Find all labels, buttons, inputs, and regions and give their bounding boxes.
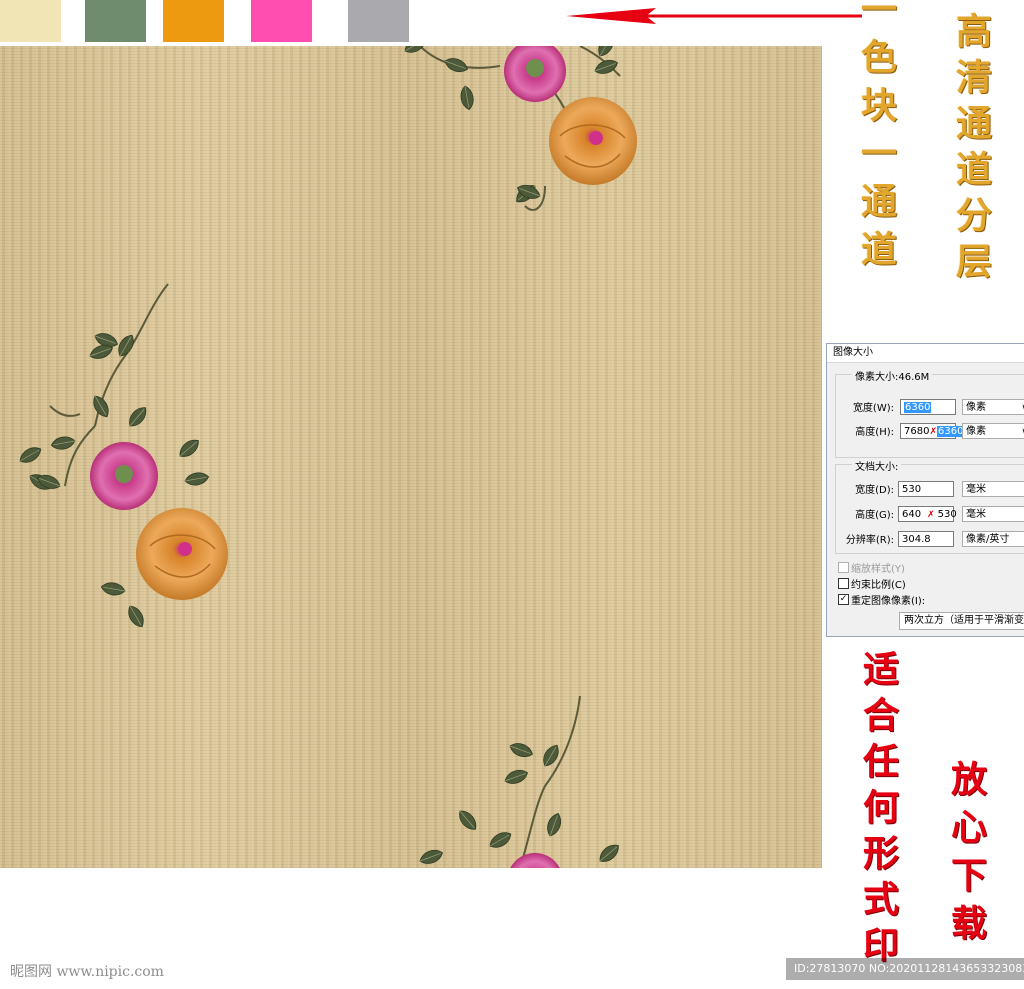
doc-width-input[interactable]: 530 xyxy=(898,481,954,497)
width-label: 宽度(W): xyxy=(852,403,894,414)
image-id-watermark: ID:27813070 NO:20201128143653323083 xyxy=(786,958,1024,980)
swatch-pink xyxy=(251,0,312,42)
scale-styles-label: 缩放样式(Y) xyxy=(851,564,905,575)
caption-one-color-one-channel: 一色块一通道 xyxy=(855,0,897,278)
floral-motifs xyxy=(16,46,637,868)
resolution-label: 分辨率(R): xyxy=(845,535,894,546)
pixel-dimensions-label: 像素大小:46.6M xyxy=(852,368,933,383)
width-input[interactable]: 6360 xyxy=(900,399,956,415)
resolution-input[interactable]: 304.8 xyxy=(898,531,954,547)
document-size-label: 文档大小: xyxy=(852,458,902,473)
flower-motif-top xyxy=(401,46,637,211)
resolution-unit-select[interactable]: 像素/英寸 xyxy=(962,531,1024,547)
caption-hd-channel-layers: 高清通道分层 xyxy=(950,12,992,288)
doc-height-input[interactable]: 640 ✗ 530 xyxy=(898,506,957,522)
dialog-title: 图像大小 xyxy=(827,344,1024,363)
height-unit-select[interactable]: 像素 ∨ xyxy=(962,423,1024,439)
interpolation-select[interactable]: 两次立方（适用于平滑渐变 xyxy=(899,612,1024,630)
swatch-orange xyxy=(163,0,224,42)
width-unit-select[interactable]: 像素 ∨ xyxy=(962,399,1024,415)
wallpaper-pattern xyxy=(0,46,822,868)
caption-any-print: 适合任何形式印 xyxy=(857,650,899,972)
doc-height-label: 高度(G): xyxy=(855,510,894,521)
site-watermark: 昵图网 www.nipic.com xyxy=(10,964,164,980)
swatch-cream xyxy=(0,0,61,42)
constrain-proportions-label: 约束比例(C) xyxy=(851,580,906,591)
scale-styles-checkbox[interactable] xyxy=(838,562,849,573)
flower-motif-left xyxy=(16,283,228,631)
resample-checkbox[interactable]: ✓ xyxy=(838,594,849,605)
pixel-dimensions-group: 像素大小:46.6M 宽度(W): 6360 像素 ∨ 高度(H): 7680✗… xyxy=(835,368,1024,458)
flower-motif-bottom xyxy=(417,695,623,868)
doc-width-unit-select[interactable]: 毫米 xyxy=(962,481,1024,497)
resample-label: 重定图像像素(I): xyxy=(851,596,926,607)
height-input[interactable]: 7680✗6360 xyxy=(900,423,965,439)
constrain-proportions-checkbox[interactable] xyxy=(838,578,849,589)
swatch-gray xyxy=(348,0,409,42)
arrow-left-icon xyxy=(566,8,862,24)
doc-height-unit-select[interactable]: 毫米 xyxy=(962,506,1024,522)
document-size-group: 文档大小: 宽度(D): 530 毫米 高度(G): 640 ✗ 530 毫米 分辨… xyxy=(835,458,1024,554)
swatch-sage-green xyxy=(85,0,146,42)
image-size-dialog: 图像大小 像素大小:46.6M 宽度(W): 6360 像素 ∨ 高度(H): … xyxy=(826,343,1024,637)
height-label: 高度(H): xyxy=(855,427,894,438)
doc-width-label: 宽度(D): xyxy=(855,485,894,496)
caption-download-safe: 放心下载 xyxy=(945,760,987,952)
